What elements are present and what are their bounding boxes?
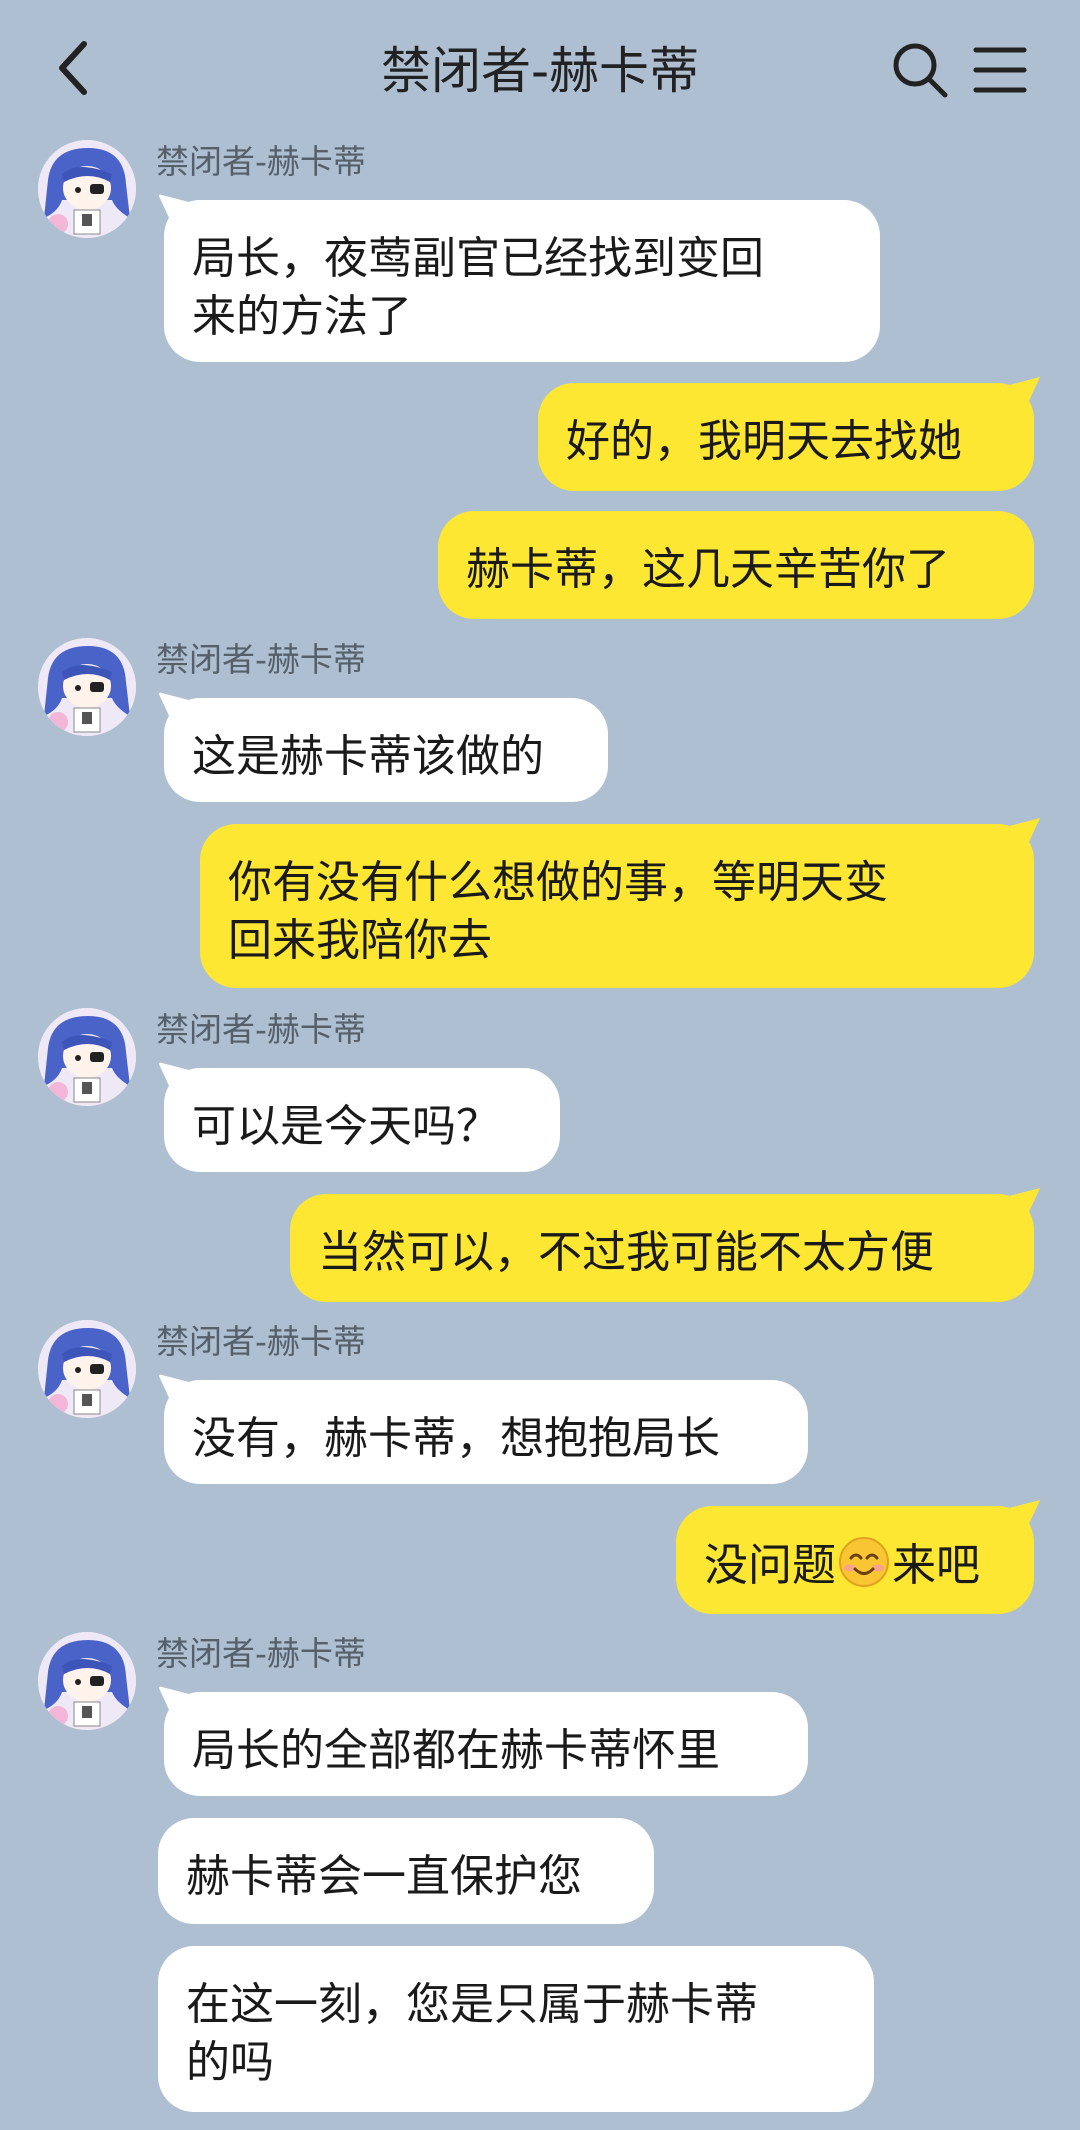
message-text-part: 没问题 xyxy=(704,1540,836,1591)
character-avatar-icon xyxy=(38,1632,136,1730)
search-icon xyxy=(893,43,948,98)
message-text-line: 的吗 xyxy=(186,2037,274,2088)
menu-icon xyxy=(973,47,1027,93)
message-text-line: 在这一刻，您是只属于赫卡蒂 xyxy=(186,1979,758,2030)
message-text-line: 局长，夜莺副官已经找到变回 xyxy=(192,233,764,284)
avatar[interactable] xyxy=(38,638,136,736)
message-bubble-outgoing[interactable]: 你有没有什么想做的事，等明天变 回来我陪你去 xyxy=(200,824,1034,988)
chat-header: 禁闭者-赫卡蒂 xyxy=(0,0,1080,130)
message-bubble-outgoing[interactable]: 没问题 来吧 xyxy=(676,1506,1034,1614)
message-bubble-incoming[interactable]: 这是赫卡蒂该做的 xyxy=(164,698,608,802)
message-bubble-incoming[interactable]: 局长，夜莺副官已经找到变回 来的方法了 xyxy=(164,200,880,362)
message-bubble-outgoing[interactable]: 当然可以，不过我可能不太方便 xyxy=(290,1194,1034,1302)
message-text: 好的，我明天去找她 xyxy=(566,416,962,467)
character-avatar-icon xyxy=(38,140,136,238)
message-bubble-incoming[interactable]: 没有，赫卡蒂，想抱抱局长 xyxy=(164,1380,808,1484)
message-bubble-outgoing[interactable]: 好的，我明天去找她 xyxy=(538,383,1034,491)
smiling-face-emoji-icon xyxy=(839,1537,889,1587)
message-text-part: 来吧 xyxy=(892,1540,980,1591)
character-avatar-icon xyxy=(38,1008,136,1106)
avatar[interactable] xyxy=(38,1320,136,1418)
message-text: 局长的全部都在赫卡蒂怀里 xyxy=(192,1725,720,1776)
message-text-line: 你有没有什么想做的事，等明天变 xyxy=(228,857,888,908)
message-bubble-incoming[interactable]: 可以是今天吗？ xyxy=(164,1068,560,1172)
message-text-line: 来的方法了 xyxy=(192,291,412,342)
message-text-line: 回来我陪你去 xyxy=(228,915,492,966)
message-bubble-incoming[interactable]: 赫卡蒂会一直保护您 xyxy=(158,1818,654,1924)
message-bubble-incoming[interactable]: 局长的全部都在赫卡蒂怀里 xyxy=(164,1692,808,1796)
avatar[interactable] xyxy=(38,1008,136,1106)
sender-name: 禁闭者-赫卡蒂 xyxy=(156,142,366,181)
message-text: 没问题 来吧 xyxy=(704,1536,1006,1595)
menu-button[interactable] xyxy=(972,44,1028,96)
sender-name: 禁闭者-赫卡蒂 xyxy=(156,640,366,679)
message-text: 当然可以，不过我可能不太方便 xyxy=(318,1227,934,1278)
message-text: 没有，赫卡蒂，想抱抱局长 xyxy=(192,1413,720,1464)
message-text: 这是赫卡蒂该做的 xyxy=(192,731,544,782)
avatar[interactable] xyxy=(38,140,136,238)
character-avatar-icon xyxy=(38,1320,136,1418)
message-bubble-incoming[interactable]: 在这一刻，您是只属于赫卡蒂 的吗 xyxy=(158,1946,874,2112)
message-bubble-outgoing[interactable]: 赫卡蒂，这几天辛苦你了 xyxy=(438,511,1034,619)
sender-name: 禁闭者-赫卡蒂 xyxy=(156,1010,366,1049)
message-text: 赫卡蒂会一直保护您 xyxy=(186,1851,582,1902)
sender-name: 禁闭者-赫卡蒂 xyxy=(156,1634,366,1673)
sender-name: 禁闭者-赫卡蒂 xyxy=(156,1322,366,1361)
avatar[interactable] xyxy=(38,1632,136,1730)
message-text: 赫卡蒂，这几天辛苦你了 xyxy=(466,544,950,595)
search-button[interactable] xyxy=(890,40,950,100)
message-text: 可以是今天吗？ xyxy=(192,1101,500,1152)
character-avatar-icon xyxy=(38,638,136,736)
